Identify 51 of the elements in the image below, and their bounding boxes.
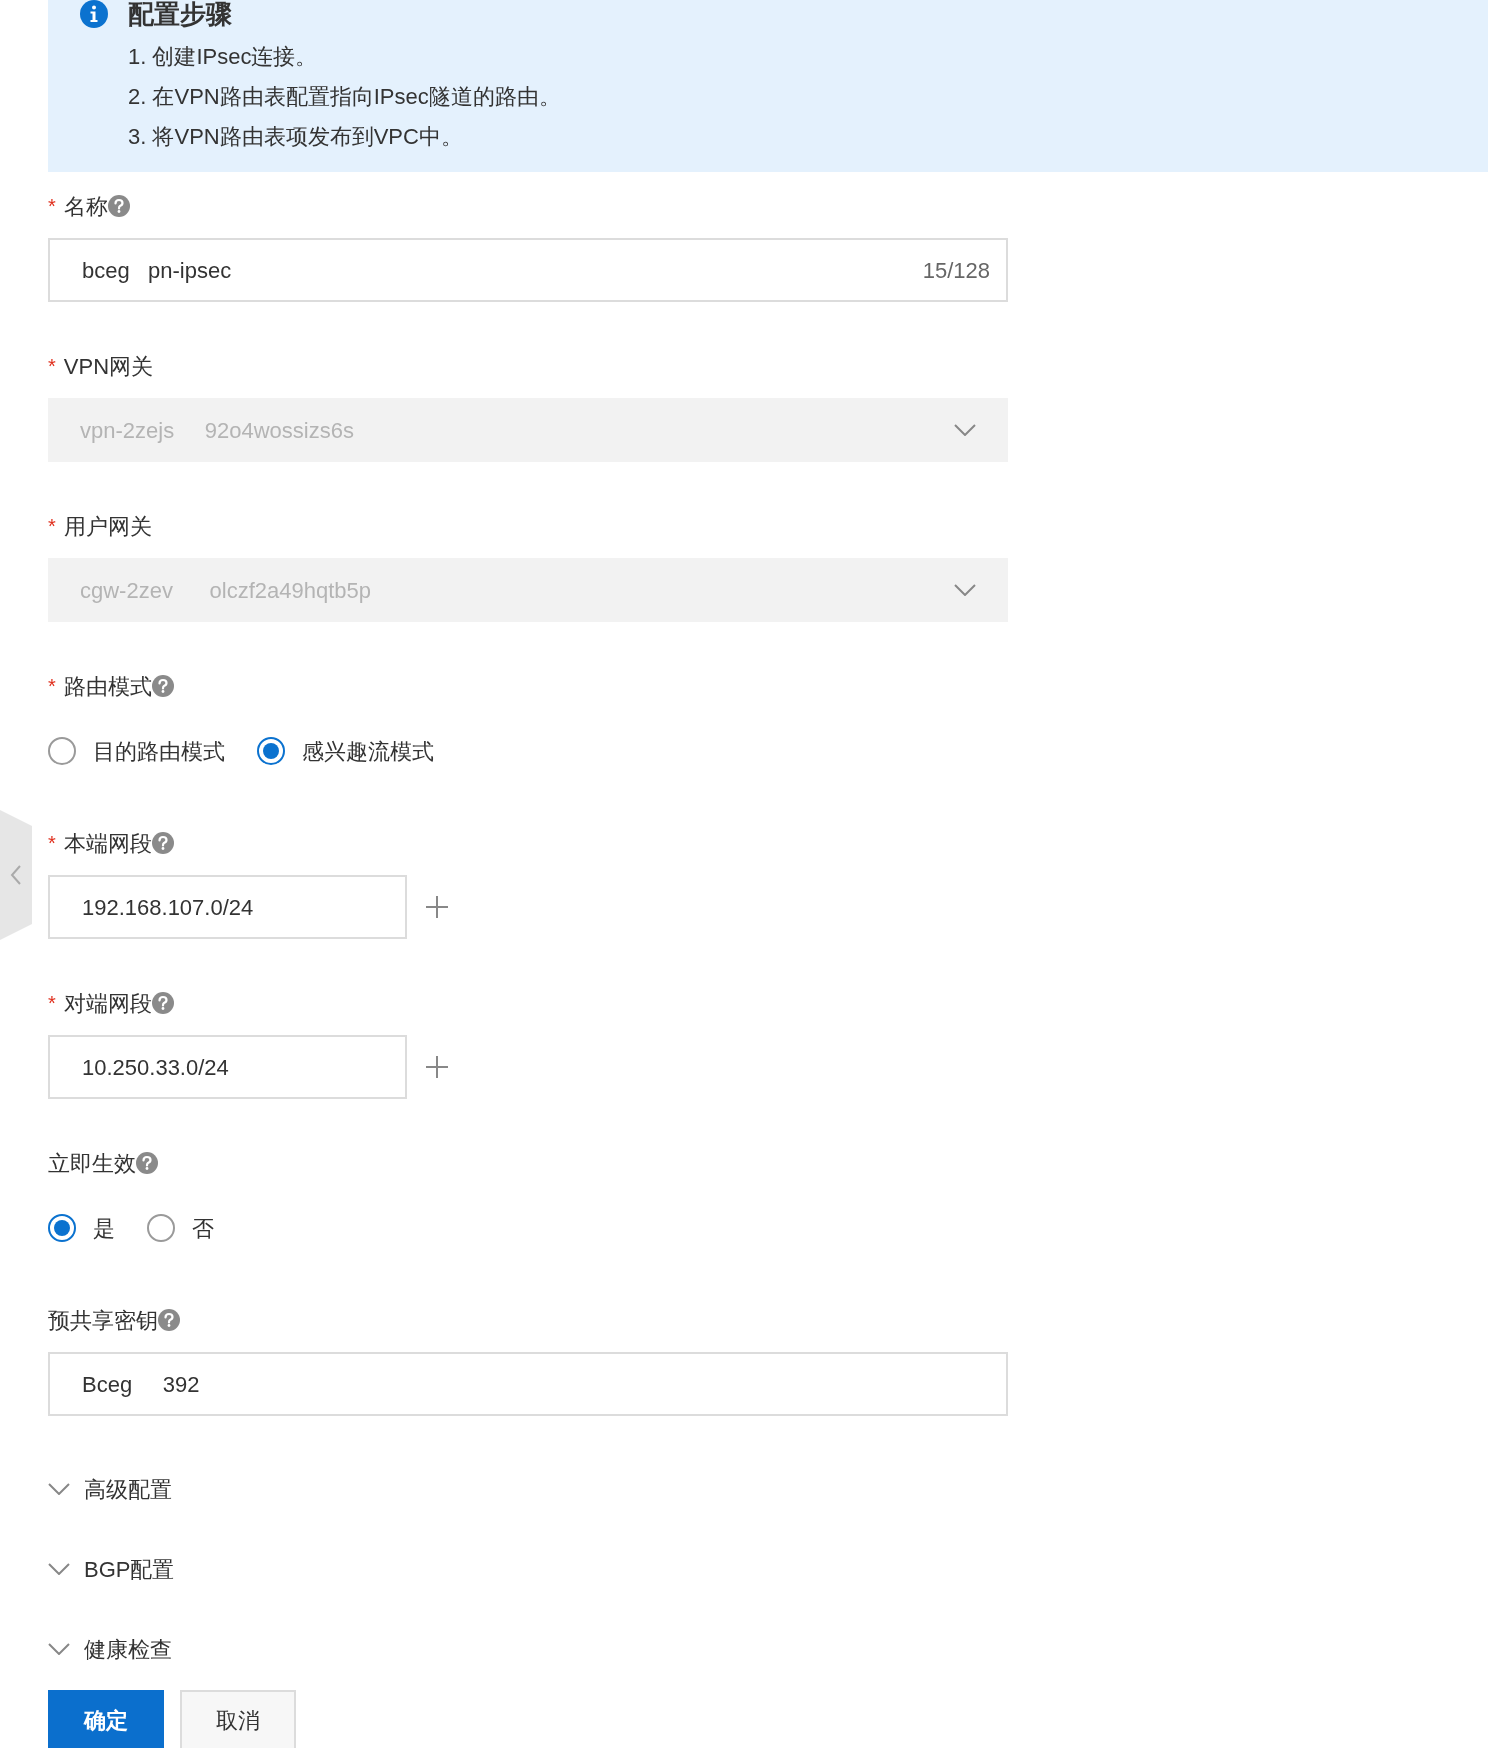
radio-button[interactable] [48,1214,76,1242]
cidr-field[interactable]: 10.250.33.0/24 [48,1035,407,1099]
text-field[interactable]: bceg pn-ipsec 15/128 [48,238,1008,302]
field-label: 本端网段 [63,829,152,858]
collapse-toggle[interactable]: 健康检查 [48,1634,172,1664]
field-label: 路由模式 [63,672,152,701]
radio-button[interactable] [48,737,76,765]
cancel-button[interactable]: 取消 [180,1690,296,1748]
required-mark: * [48,516,56,536]
required-mark: * [48,356,56,376]
help-icon[interactable] [136,1152,158,1174]
step-text: 3. 将VPN路由表项发布到VPC中。 [128,123,463,151]
chevron-down-icon [48,1643,70,1655]
step-text: 2. 在VPN路由表配置指向IPsec隧道的路由。 [128,83,561,111]
help-icon[interactable] [151,675,174,697]
help-icon[interactable] [107,195,130,217]
radio-label[interactable]: 感兴趣流模式 [302,734,434,768]
field-label: VPN网关 [63,352,154,381]
radio-label[interactable]: 否 [192,1211,214,1245]
step-text: 1. 创建IPsec连接。 [128,43,318,71]
help-icon[interactable] [151,832,174,854]
char-counter: 15/128 [922,256,990,285]
required-mark: * [48,676,56,696]
confirm-button[interactable]: 确定 [48,1690,164,1748]
radio-label[interactable]: 目的路由模式 [93,734,225,768]
required-mark: * [48,833,56,853]
panel-title: 配置步骤 [128,0,232,31]
help-icon[interactable] [158,1309,180,1331]
cidr-field[interactable]: 192.168.107.0/24 [48,875,407,939]
info-icon [80,0,108,28]
plus-icon[interactable] [426,1056,448,1078]
required-mark: * [48,993,56,1013]
chevron-down-icon [954,424,976,436]
field-label: 对端网段 [63,989,152,1018]
plus-icon[interactable] [426,896,448,918]
collapse-toggle[interactable]: 高级配置 [48,1474,172,1504]
text-field[interactable]: Bceg 392 [48,1352,1008,1416]
field-label: 预共享密钥 [48,1306,158,1335]
required-mark: * [48,196,56,216]
radio-label[interactable]: 是 [93,1211,115,1245]
field-label: 立即生效 [48,1149,136,1178]
collapse-toggle[interactable]: BGP配置 [48,1554,175,1584]
sidebar-toggle[interactable] [0,810,32,940]
radio-button[interactable] [147,1214,175,1242]
chevron-down-icon [48,1483,70,1495]
chevron-down-icon [954,584,976,596]
field-label: 用户网关 [63,512,152,541]
help-icon[interactable] [151,992,174,1014]
chevron-down-icon [48,1563,70,1575]
radio-button[interactable] [257,737,285,765]
field-label: 名称 [63,192,108,221]
